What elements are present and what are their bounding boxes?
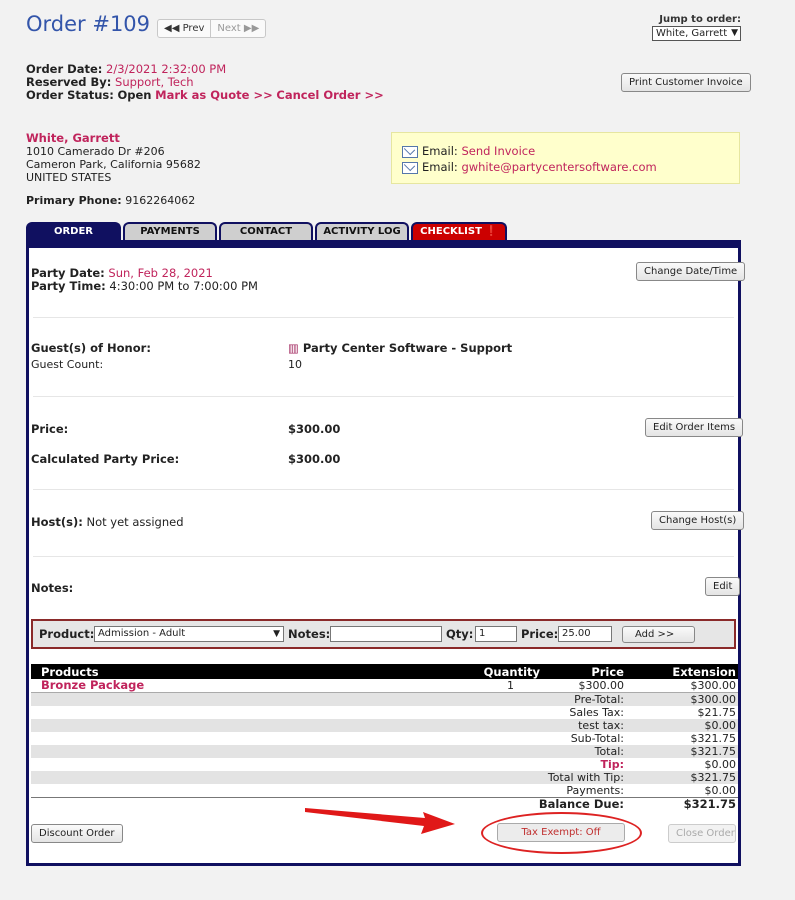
total-row: Sub-Total: $321.75 [570,732,736,745]
qty-input[interactable]: 1 [475,626,517,642]
product-select[interactable]: Admission - Adult ▼ [94,626,284,642]
tab-order[interactable]: ORDER [26,222,121,240]
next-button[interactable]: Next ▶▶ [211,20,265,37]
price-value: $300.00 [288,422,341,436]
reserved-by-link[interactable]: Support, Tech [115,75,194,89]
total-row: Total: $321.75 [31,745,738,758]
order-panel: Party Date: Sun, Feb 28, 2021 Party Time… [26,240,746,866]
total-row: Sales Tax: $21.75 [569,706,736,719]
rewind-icon: ◀◀ [164,23,180,34]
guest-count-value: 10 [288,358,302,371]
page-title: Order #109 [26,12,151,36]
table-header: Products Quantity Price Extension [31,664,738,679]
tab-activity-log[interactable]: ACTIVITY LOG [315,222,409,240]
divider [33,489,734,490]
envelope-arrow-icon [402,161,418,174]
total-row: Total with Tip: $321.75 [31,771,738,784]
envelope-icon [402,145,418,158]
add-product-bar: Product: Admission - Adult ▼ Notes: Qty: … [31,619,736,649]
prev-button[interactable]: ◀◀ Prev [158,20,212,37]
total-row: Pre-Total: $300.00 [31,692,738,706]
table-row: Bronze Package 1 $300.00 $300.00 [41,678,736,692]
edit-order-items-button[interactable]: Edit Order Items [645,418,744,437]
total-row: test tax: $0.00 [31,719,738,732]
guest-count-label: Guest Count: [31,358,104,371]
tip-row: Tip: $0.00 [31,758,738,771]
party-date: Sun, Feb 28, 2021 [108,266,213,280]
notes-input[interactable] [330,626,442,642]
tab-contact[interactable]: CONTACT [219,222,313,240]
send-invoice-link[interactable]: Send Invoice [461,144,535,158]
tip-link[interactable]: Tip: [31,758,626,771]
email-box: Email: Send Invoice Email: gwhite@partyc… [391,132,740,184]
customer-name-link[interactable]: White, Garrett [26,131,120,145]
price-label: Price: [31,422,69,436]
cancel-order-link[interactable]: Cancel Order >> [276,88,383,102]
jump-select[interactable]: White, Garrett ▼ [652,26,741,41]
guest-honor-label: Guest(s) of Honor: [31,341,151,355]
mark-quote-link[interactable]: Mark as Quote >> [155,88,273,102]
jump-label: Jump to order: [659,14,741,25]
change-datetime-button[interactable]: Change Date/Time [636,262,746,281]
tab-checklist[interactable]: CHECKLIST ❗ [411,222,507,240]
order-nav: ◀◀ Prev Next ▶▶ [157,19,267,38]
product-link[interactable]: Bronze Package [41,678,144,692]
customer-address: White, Garrett 1010 Camerado Dr #206 Cam… [26,131,201,208]
order-date: 2/3/2021 2:32:00 PM [106,62,227,76]
chevron-down-icon: ▼ [273,629,280,639]
order-info: Order Date: 2/3/2021 2:32:00 PM Reserved… [26,62,384,102]
add-product-button[interactable]: Add >> [622,626,696,643]
close-order-button[interactable]: Close Order [668,824,736,843]
print-invoice-button[interactable]: Print Customer Invoice [621,73,751,92]
calc-price-value: $300.00 [288,452,341,466]
building-icon: ▥ [288,341,299,355]
notes-label: Notes: [31,581,74,595]
tab-bar: ORDER PAYMENTS CONTACT ACTIVITY LOG CHEC… [26,222,509,240]
red-circle-annotation [481,812,642,854]
calc-price-label: Calculated Party Price: [31,452,180,466]
party-time: 4:30:00 PM to 7:00:00 PM [109,279,258,293]
divider [33,317,734,318]
guest-honor-value: ▥ Party Center Software - Support [288,341,513,355]
price-input[interactable]: 25.00 [558,626,612,642]
red-arrow-annotation [305,808,455,834]
edit-notes-button[interactable]: Edit [705,577,741,596]
change-host-button[interactable]: Change Host(s) [651,511,745,530]
divider [33,556,734,557]
arrow-shape [305,808,455,834]
alert-icon: ❗ [485,226,498,237]
divider [33,396,734,397]
discount-order-button[interactable]: Discount Order [31,824,123,843]
tab-payments[interactable]: PAYMENTS [123,222,217,240]
email-link[interactable]: gwhite@partycentersoftware.com [461,160,656,174]
order-status: Open [117,88,152,102]
items-table: Products Quantity Price Extension Bronze… [31,664,738,811]
total-row: Payments: $0.00 [566,784,736,797]
party-datetime: Party Date: Sun, Feb 28, 2021 Party Time… [31,266,258,293]
phone-number: 9162264062 [125,194,196,207]
chevron-down-icon: ▼ [731,28,738,38]
hosts: Host(s): Not yet assigned [31,515,184,529]
forward-icon: ▶▶ [243,23,260,34]
